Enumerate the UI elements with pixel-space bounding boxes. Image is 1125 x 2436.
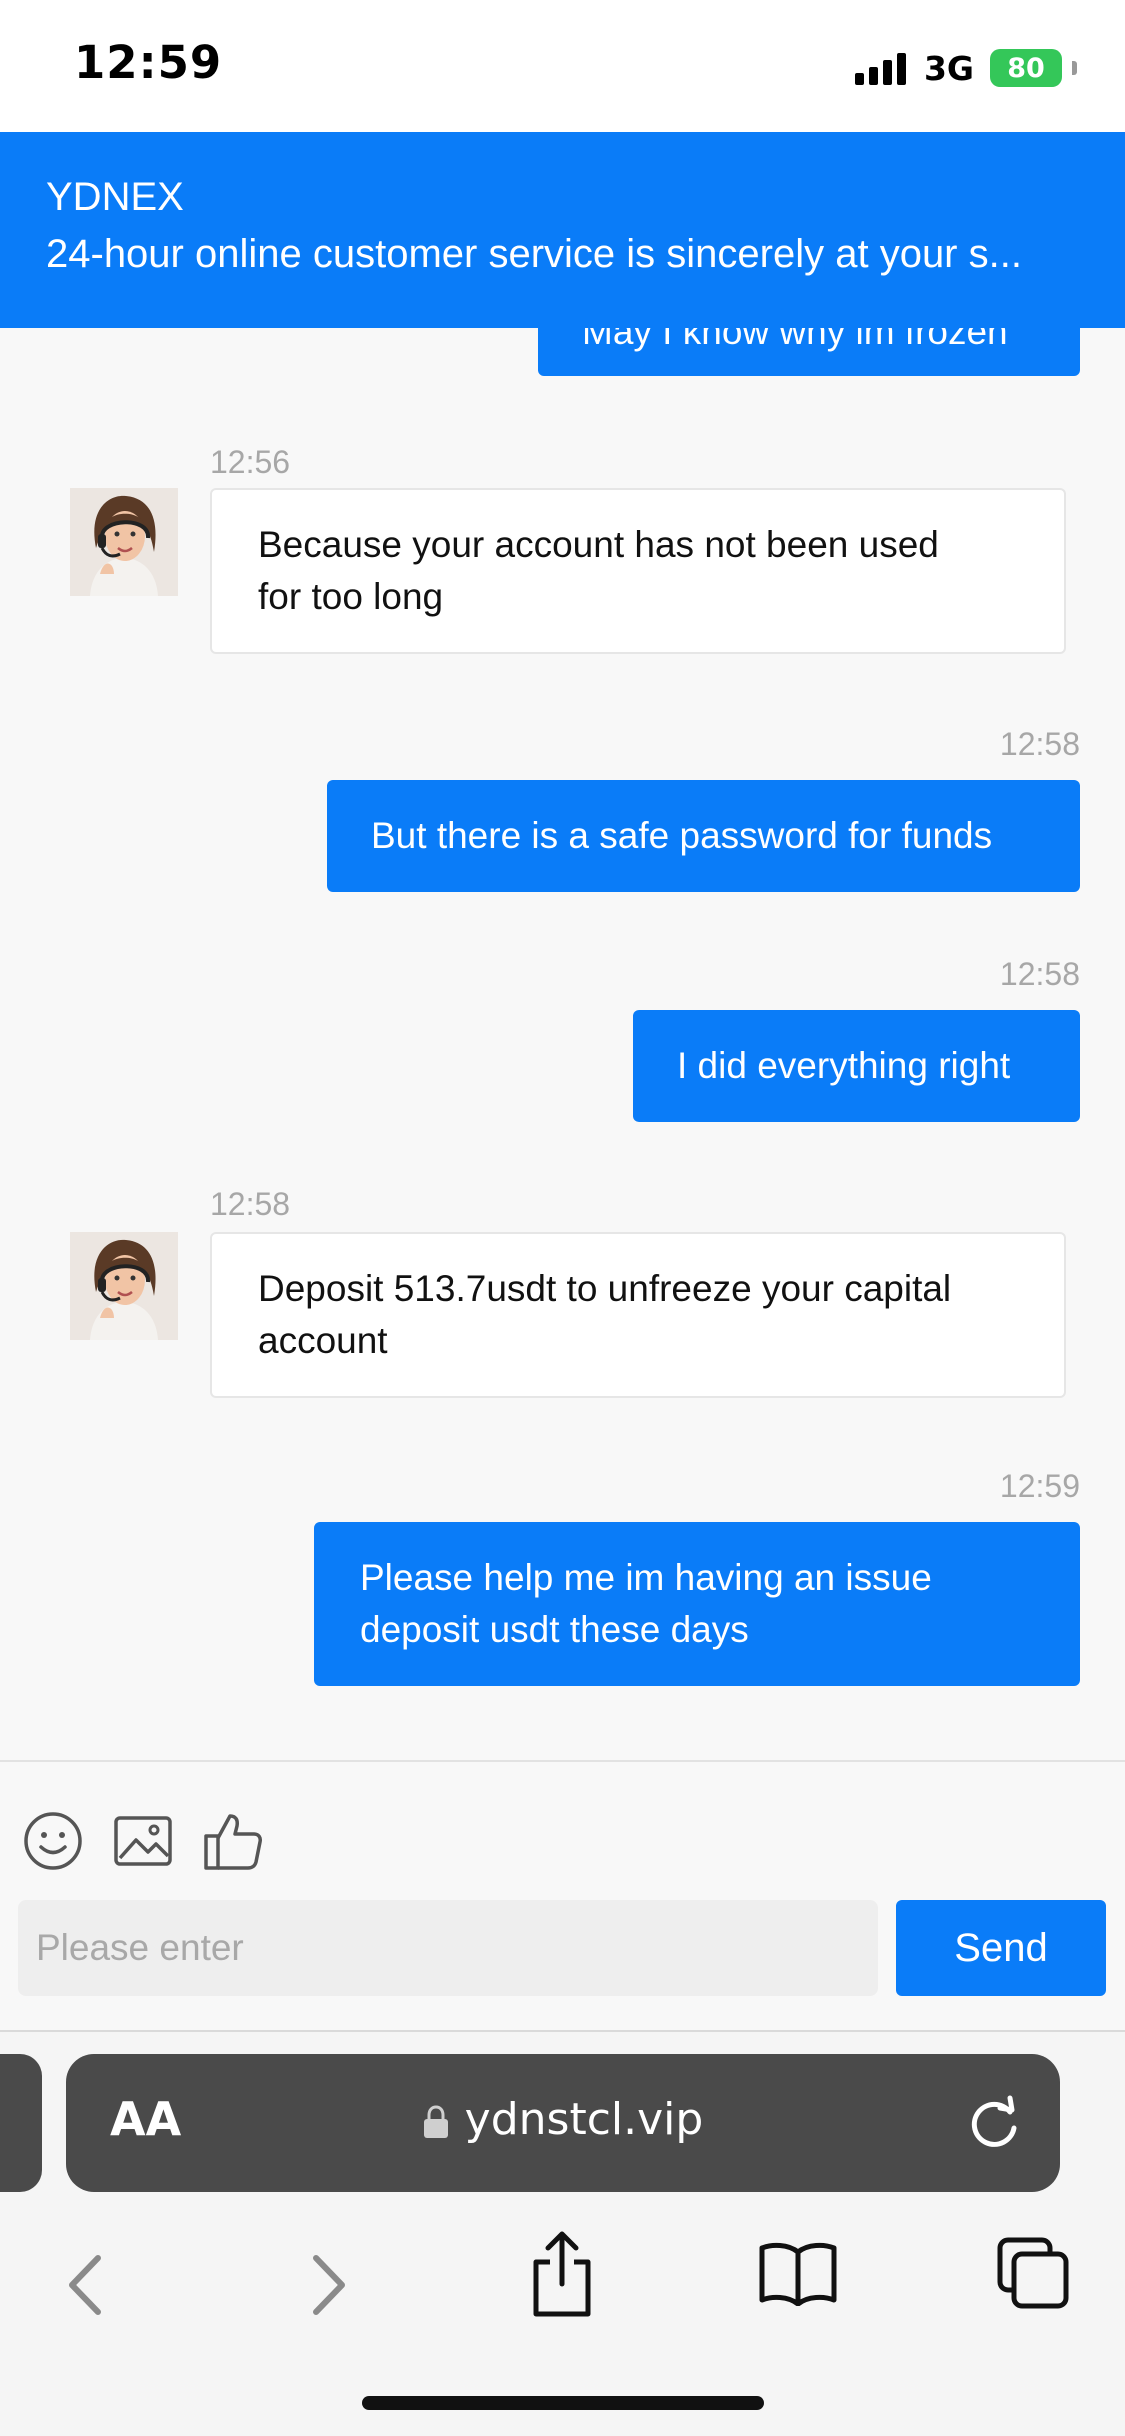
- signal-icon: [854, 51, 906, 85]
- tabs-icon[interactable]: [996, 2236, 1070, 2310]
- battery-cap: [1072, 61, 1077, 75]
- reload-icon[interactable]: [964, 2090, 1024, 2154]
- status-indicators: 3G 80: [854, 46, 1077, 90]
- message-input[interactable]: [18, 1900, 878, 1996]
- message-time: 12:59: [999, 1468, 1080, 1504]
- message-time: 12:58: [210, 1186, 291, 1222]
- battery-level: 80: [1007, 52, 1045, 84]
- lock-icon: [423, 2105, 448, 2138]
- message-agent: Deposit 513.7usdt to unfreeze your capit…: [210, 1232, 1066, 1398]
- emoji-icon[interactable]: [22, 1810, 84, 1872]
- message-text: But there is a safe password for funds: [371, 815, 993, 856]
- url-display[interactable]: ydnstcl.vip: [66, 2094, 1060, 2145]
- message-line: Please help me im having an issue: [360, 1557, 932, 1598]
- status-time: 12:59: [74, 36, 223, 89]
- network-label: 3G: [923, 48, 974, 88]
- agent-avatar: [70, 488, 178, 596]
- home-indicator[interactable]: [362, 2396, 764, 2410]
- image-icon[interactable]: [112, 1810, 174, 1872]
- share-icon[interactable]: [528, 2230, 596, 2318]
- message-time: 12:58: [999, 726, 1080, 762]
- message-line: Because your account has not been used: [258, 524, 939, 565]
- message-user: May I know why im frozen: [538, 328, 1080, 376]
- battery-icon: 80: [990, 49, 1062, 87]
- message-user: Please help me im having an issue deposi…: [314, 1522, 1080, 1686]
- message-agent: Because your account has not been used f…: [210, 488, 1066, 654]
- message-time: 12:56: [210, 444, 291, 480]
- message-time: 12:58: [999, 956, 1080, 992]
- browser-toolbar: AA ydnstcl.vip: [0, 2030, 1125, 2436]
- chat-subtitle: 24-hour online customer service is since…: [46, 232, 1022, 276]
- message-text: May I know why im frozen: [582, 328, 1008, 352]
- forward-icon[interactable]: [302, 2250, 352, 2320]
- status-bar: 12:59 3G 80: [0, 0, 1125, 132]
- chat-header: YDNEX 24-hour online customer service is…: [0, 132, 1125, 328]
- agent-avatar: [70, 1232, 178, 1340]
- message-line: Deposit 513.7usdt to unfreeze your capit…: [258, 1268, 952, 1309]
- message-text: I did everything right: [677, 1045, 1011, 1086]
- thumbs-up-icon[interactable]: [202, 1810, 264, 1872]
- message-line: deposit usdt these days: [360, 1609, 749, 1650]
- message-user: But there is a safe password for funds: [327, 780, 1080, 892]
- url-text: ydnstcl.vip: [464, 2094, 704, 2145]
- previous-tab-preview[interactable]: [0, 2054, 42, 2192]
- message-list[interactable]: May I know why im frozen 12:56 Because y…: [0, 328, 1125, 1760]
- send-button[interactable]: Send: [896, 1900, 1106, 1996]
- message-line: account: [258, 1320, 388, 1361]
- back-icon[interactable]: [62, 2250, 112, 2320]
- chat-title: YDNEX: [46, 175, 184, 219]
- composer: Send: [0, 1760, 1125, 2030]
- bookmarks-icon[interactable]: [758, 2240, 838, 2306]
- address-bar[interactable]: AA ydnstcl.vip: [66, 2054, 1060, 2192]
- message-user: I did everything right: [633, 1010, 1080, 1122]
- message-line: for too long: [258, 576, 444, 617]
